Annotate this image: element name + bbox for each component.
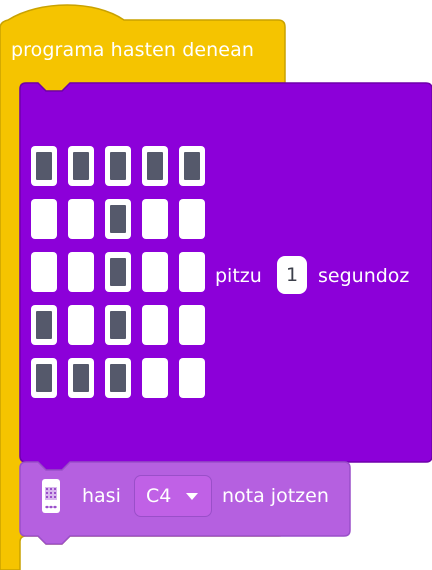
led-cell[interactable] — [179, 358, 205, 398]
led-cell[interactable] — [105, 358, 131, 398]
led-cell[interactable] — [142, 358, 168, 398]
led-cell[interactable] — [142, 305, 168, 345]
led-cell[interactable] — [142, 199, 168, 239]
led-cell[interactable] — [31, 358, 57, 398]
led-cell[interactable] — [31, 252, 57, 292]
led-matrix-editor[interactable] — [31, 146, 207, 402]
led-cell[interactable] — [142, 252, 168, 292]
led-cell[interactable] — [68, 305, 94, 345]
led-cell[interactable] — [31, 146, 57, 186]
led-cell[interactable] — [179, 199, 205, 239]
pause-duration-input[interactable]: 1 — [277, 256, 307, 294]
note-dropdown[interactable]: C4 — [134, 475, 212, 517]
led-cell[interactable] — [68, 199, 94, 239]
led-cell[interactable] — [105, 146, 131, 186]
led-cell[interactable] — [31, 199, 57, 239]
play-note-prefix-label: hasi — [82, 485, 121, 507]
led-cell[interactable] — [142, 146, 168, 186]
play-note-suffix-label: nota jotzen — [222, 485, 329, 507]
led-cell[interactable] — [31, 305, 57, 345]
led-cell[interactable] — [105, 305, 131, 345]
led-cell[interactable] — [179, 305, 205, 345]
note-dropdown-value: C4 — [146, 485, 172, 507]
hat-block-label: programa hasten denean — [11, 39, 254, 61]
led-cell[interactable] — [68, 146, 94, 186]
led-cell[interactable] — [105, 199, 131, 239]
led-cell[interactable] — [105, 252, 131, 292]
led-cell[interactable] — [68, 358, 94, 398]
chevron-down-icon — [186, 493, 198, 500]
microbit-board-icon — [37, 478, 65, 514]
led-cell[interactable] — [179, 252, 205, 292]
led-cell[interactable] — [179, 146, 205, 186]
pause-unit-label: segundoz — [318, 265, 410, 287]
pause-label: pitzu — [215, 265, 262, 287]
led-cell[interactable] — [68, 252, 94, 292]
